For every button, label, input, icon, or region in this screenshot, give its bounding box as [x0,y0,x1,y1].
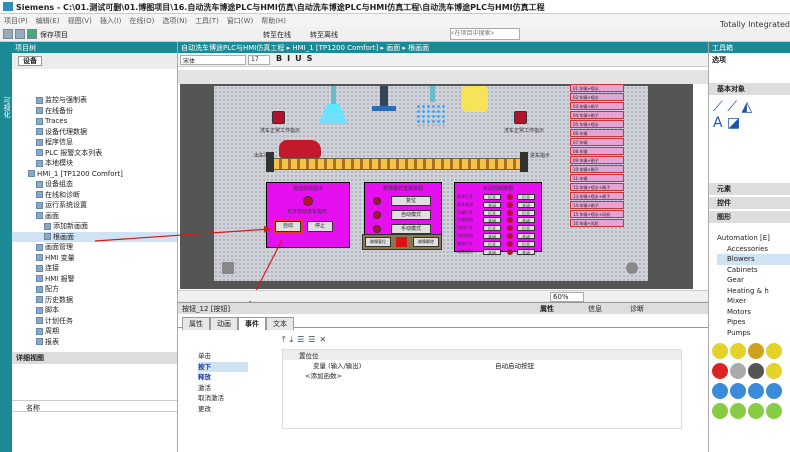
toolbox-header: 工具箱 [709,42,790,53]
graphic-thumbnail-icon[interactable] [730,403,746,419]
graphic-thumbnail-icon[interactable] [712,363,728,379]
graphics-folder[interactable]: Cabinets [717,265,790,276]
graphic-thumbnail-icon[interactable] [712,383,728,399]
graphic-thumbnail-icon[interactable] [766,403,782,419]
inspector-diagnostics-tab[interactable]: 诊断 [630,304,644,314]
event-item[interactable]: 按下 [198,361,248,372]
function-param-row: 变量 (输入/输出) 自动启动按钮 [283,360,681,370]
graphic-thumbnail-icon[interactable] [730,363,746,379]
basic-objects: ⟋ ⟋ ◭ A ◪ [709,95,790,141]
graphic-thumbnail-icon[interactable] [730,343,746,359]
text-icon[interactable]: A [713,115,723,131]
graphic-thumbnail-icon[interactable] [766,363,782,379]
graphic-thumbnail-icon[interactable] [748,343,764,359]
function-list-toolbar[interactable]: ⤒⤓☰☰✕ [282,335,362,345]
basic-objects-header[interactable]: 基本对象 [709,83,790,95]
inspector-info-tab[interactable]: 信息 [588,304,602,314]
graphics-folder[interactable]: Gear [717,275,790,286]
toolbox-panel: 工具箱 选项 基本对象 ⟋ ⟋ ◭ A ◪ 元素 控件 图形 Automation… [708,42,790,452]
inspector-properties-tab[interactable]: 属性 [540,304,554,314]
polygon-icon[interactable]: ◭ [742,99,753,115]
inspector-tab[interactable]: 属性 [182,317,210,330]
graphic-thumbnail-icon[interactable] [712,403,728,419]
graphics-folder[interactable]: Pipes [717,317,790,328]
graphic-thumbnail-icon[interactable] [730,383,746,399]
inspector-tab[interactable]: 文本 [266,317,294,330]
function-header: 置位位 [283,350,681,360]
arrow-tree-to-button [94,225,272,242]
graphics-folder[interactable]: Blowers [717,254,790,265]
elements-header[interactable]: 元素 [709,183,790,195]
graphics-folder[interactable]: Mixer [717,296,790,307]
graphics-folder[interactable]: Pumps [717,328,790,339]
graphic-thumbnail-icon[interactable] [748,403,764,419]
function-list: 置位位 变量 (输入/输出) 自动启动按钮 <添加函数> [282,349,682,429]
graphic-view-icon[interactable]: ◪ [727,115,740,131]
graphic-thumbnail-icon[interactable] [712,343,728,359]
event-item[interactable]: 取消激活 [198,393,248,404]
inspector-object-name: 按钮_12 [按钮] [182,305,231,313]
graphics-folder[interactable]: Motors [717,307,790,318]
graphic-thumbnails [709,342,790,422]
toolbox-options: 选项 [712,56,726,64]
graphics-folder[interactable]: Automation [E] [717,233,790,244]
inspector-tab[interactable]: 动画 [210,317,238,330]
event-item[interactable]: 释放 [198,372,248,383]
graphics-header[interactable]: 图形 [709,211,790,223]
graphic-thumbnail-icon[interactable] [766,383,782,399]
polyline-icon[interactable]: ⟋ [727,99,737,115]
function-param-label: 变量 (输入/输出) [313,362,362,370]
controls-header[interactable]: 控件 [709,197,790,209]
line-icon[interactable]: ⟋ [713,99,723,115]
inspector-tab[interactable]: 事件 [238,317,266,330]
event-item[interactable]: 单击 [198,351,248,362]
function-param-value[interactable]: 自动启动按钮 [495,360,534,370]
graphic-thumbnail-icon[interactable] [748,383,764,399]
event-list: 单击 按下 释放 激活 取消激活 更改 [198,351,248,414]
inspector-header: 按钮_12 [按钮] 属性 信息 诊断 [178,303,708,314]
add-function-row[interactable]: <添加函数> [283,370,681,380]
graphic-thumbnail-icon[interactable] [766,343,782,359]
graphic-thumbnail-icon[interactable] [748,363,764,379]
graphics-folder[interactable]: Accessories [717,244,790,255]
inspector-tabs: 属性 动画 事件 文本 [178,314,708,330]
zoom-select[interactable]: 60% [550,292,584,302]
graphics-folder[interactable]: Heating & h [717,286,790,297]
graphics-tree: Automation [E] Accessories Blowers Cabinets… [709,233,790,338]
event-item[interactable]: 更改 [198,404,248,415]
zoom-bar: 60% [178,290,708,302]
inspector-panel: 按钮_12 [按钮] 属性 信息 诊断 属性 动画 事件 文本 单击 按下 释放 激活 取消激… [178,302,708,452]
event-item[interactable]: 激活 [198,383,248,394]
